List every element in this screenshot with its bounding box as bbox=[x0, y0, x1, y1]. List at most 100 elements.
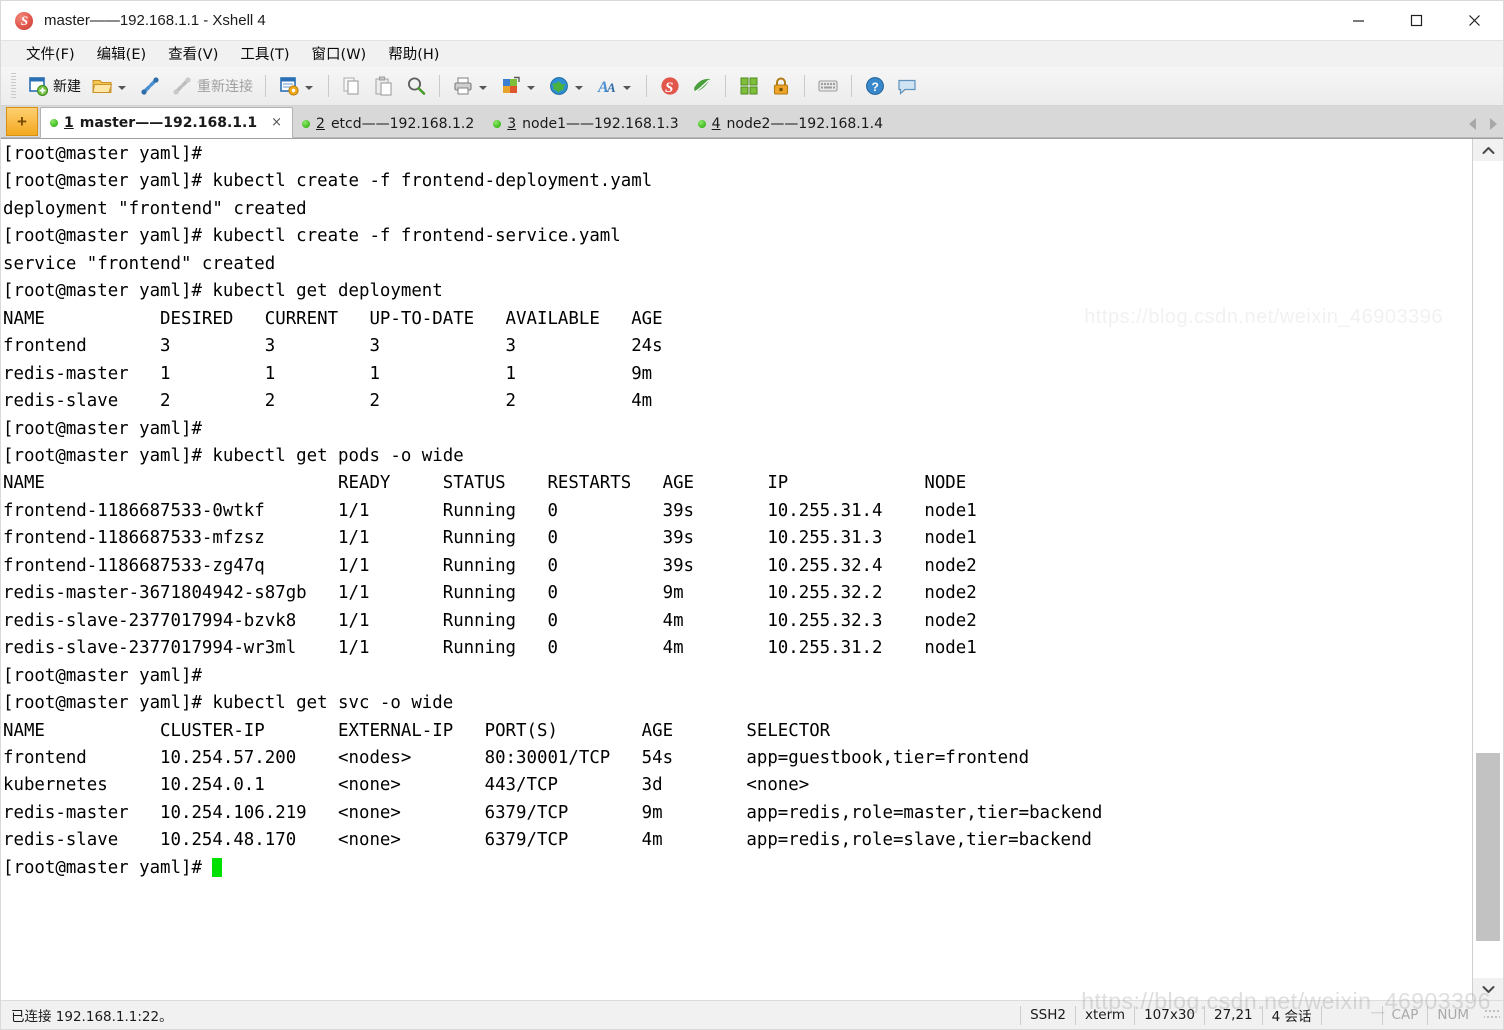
minimize-button[interactable] bbox=[1329, 1, 1387, 40]
open-folder-icon bbox=[91, 75, 113, 97]
tab-node1[interactable]: 3 node1——192.168.1.3 bbox=[484, 110, 688, 137]
tab-label: node1——192.168.1.3 bbox=[522, 115, 679, 132]
xshell-icon: S bbox=[659, 75, 681, 97]
web-browser-button[interactable] bbox=[543, 70, 591, 102]
status-num-lock: NUM bbox=[1427, 1005, 1478, 1025]
open-folder-caret-icon[interactable] bbox=[118, 85, 126, 90]
tab-number: 2 bbox=[316, 115, 325, 132]
print-caret-icon[interactable] bbox=[479, 85, 487, 90]
font-button[interactable]: A A bbox=[591, 70, 639, 102]
feedback-button[interactable] bbox=[891, 70, 923, 102]
keyboard-button bbox=[812, 70, 844, 102]
svg-text:A: A bbox=[606, 80, 616, 95]
window-title: master——192.168.1.1 - Xshell 4 bbox=[44, 12, 266, 29]
status-session-count: 4 会话 bbox=[1261, 1005, 1321, 1025]
open-folder-button[interactable] bbox=[86, 70, 134, 102]
toolbar-separator bbox=[439, 75, 440, 97]
menu-bar: 文件(F) 编辑(E) 查看(V) 工具(T) 窗口(W) 帮助(H) bbox=[1, 40, 1503, 67]
new-session-icon bbox=[27, 75, 49, 97]
tab-label: master——192.168.1.1 bbox=[79, 114, 258, 131]
scrollbar-track[interactable] bbox=[1473, 161, 1503, 978]
new-session-button[interactable]: 新建 bbox=[22, 70, 86, 102]
toolbar-separator bbox=[265, 75, 266, 97]
reconnect-label: 重新连接 bbox=[197, 79, 253, 95]
xftp-button[interactable] bbox=[686, 70, 718, 102]
tab-node2[interactable]: 4 node2——192.168.1.4 bbox=[689, 110, 893, 137]
tab-master[interactable]: 1 master——192.168.1.1 × bbox=[40, 107, 294, 138]
tab-number: 1 bbox=[64, 114, 74, 131]
find-button[interactable] bbox=[400, 70, 432, 102]
terminal-output[interactable]: [root@master yaml]# [root@master yaml]# … bbox=[1, 139, 1472, 1000]
toolbar-separator bbox=[851, 75, 852, 97]
connect-button[interactable] bbox=[134, 70, 166, 102]
status-term-type: xterm bbox=[1075, 1005, 1134, 1025]
new-tab-button[interactable]: + bbox=[6, 107, 38, 136]
tab-scroll-left-icon[interactable] bbox=[1469, 117, 1476, 130]
help-icon: ? bbox=[864, 75, 886, 97]
menu-help[interactable]: 帮助(H) bbox=[377, 41, 450, 67]
lock-button[interactable] bbox=[765, 70, 797, 102]
tab-scroll-right-icon[interactable] bbox=[1490, 117, 1497, 130]
copy-button bbox=[336, 70, 368, 102]
font-caret-icon[interactable] bbox=[623, 85, 631, 90]
tab-close-icon[interactable]: × bbox=[271, 115, 282, 130]
print-button[interactable] bbox=[447, 70, 495, 102]
session-properties-button[interactable] bbox=[273, 70, 321, 102]
find-icon bbox=[405, 75, 427, 97]
menu-file[interactable]: 文件(F) bbox=[15, 41, 86, 67]
status-protocol: SSH2 bbox=[1020, 1005, 1075, 1025]
scroll-up-button[interactable] bbox=[1473, 139, 1503, 161]
arrange-icon bbox=[738, 75, 760, 97]
web-browser-icon bbox=[548, 75, 570, 97]
scroll-down-button[interactable] bbox=[1473, 978, 1503, 1000]
close-button[interactable] bbox=[1445, 1, 1503, 40]
tab-status-icon bbox=[493, 119, 502, 128]
print-icon bbox=[452, 75, 474, 97]
disconnect-icon bbox=[171, 75, 193, 97]
tab-status-icon bbox=[302, 119, 311, 128]
status-bar-right: SSH2 xterm 107x30 27,21 4 会话 CAP NUM bbox=[1020, 1001, 1503, 1029]
arrange-button[interactable] bbox=[733, 70, 765, 102]
svg-text:?: ? bbox=[872, 80, 879, 94]
terminal-cursor bbox=[212, 857, 223, 877]
color-scheme-button[interactable] bbox=[495, 70, 543, 102]
status-cursor-position: 27,21 bbox=[1204, 1005, 1262, 1025]
session-properties-icon bbox=[278, 75, 300, 97]
keyboard-icon bbox=[817, 75, 839, 97]
xftp-icon bbox=[691, 75, 713, 97]
help-button[interactable]: ? bbox=[859, 70, 891, 102]
menu-edit[interactable]: 编辑(E) bbox=[86, 41, 157, 67]
status-terminal-size: 107x30 bbox=[1134, 1005, 1204, 1025]
toolbar-separator bbox=[328, 75, 329, 97]
reconnect-button: 重新连接 bbox=[166, 70, 258, 102]
menu-tools[interactable]: 工具(T) bbox=[229, 41, 300, 67]
paste-icon bbox=[373, 75, 395, 97]
xshell-button[interactable]: S bbox=[654, 70, 686, 102]
terminal-scrollbar[interactable] bbox=[1472, 139, 1503, 1000]
web-browser-caret-icon[interactable] bbox=[575, 85, 583, 90]
maximize-button[interactable] bbox=[1387, 1, 1445, 40]
toolbar-grip[interactable] bbox=[11, 73, 16, 99]
menu-view[interactable]: 查看(V) bbox=[157, 41, 229, 67]
resize-grip[interactable] bbox=[1484, 1007, 1500, 1023]
tab-status-icon bbox=[50, 118, 58, 127]
color-scheme-icon bbox=[500, 75, 522, 97]
connection-status: 已连接 192.168.1.1:22。 bbox=[11, 1009, 173, 1025]
new-tab-label: + bbox=[17, 111, 27, 131]
terminal-lines: [root@master yaml]# [root@master yaml]# … bbox=[3, 144, 1103, 851]
toolbar-separator bbox=[646, 75, 647, 97]
tab-status-icon bbox=[697, 119, 706, 128]
new-session-label: 新建 bbox=[53, 79, 81, 95]
tab-number: 4 bbox=[711, 115, 721, 132]
terminal-prompt: [root@master yaml]# bbox=[3, 857, 213, 878]
tab-etcd[interactable]: 2 etcd——192.168.1.2 bbox=[293, 110, 484, 137]
tab-number: 3 bbox=[507, 115, 517, 132]
toolbar-separator bbox=[725, 75, 726, 97]
session-properties-caret-icon[interactable] bbox=[305, 85, 313, 90]
tab-label: node2——192.168.1.4 bbox=[726, 115, 884, 132]
menu-window[interactable]: 窗口(W) bbox=[301, 41, 378, 67]
toolbar: 新建 重新连接 A A S ? bbox=[1, 67, 1503, 106]
xshell-app-icon: S bbox=[13, 10, 35, 32]
scrollbar-thumb[interactable] bbox=[1476, 753, 1500, 942]
color-scheme-caret-icon[interactable] bbox=[527, 85, 535, 90]
